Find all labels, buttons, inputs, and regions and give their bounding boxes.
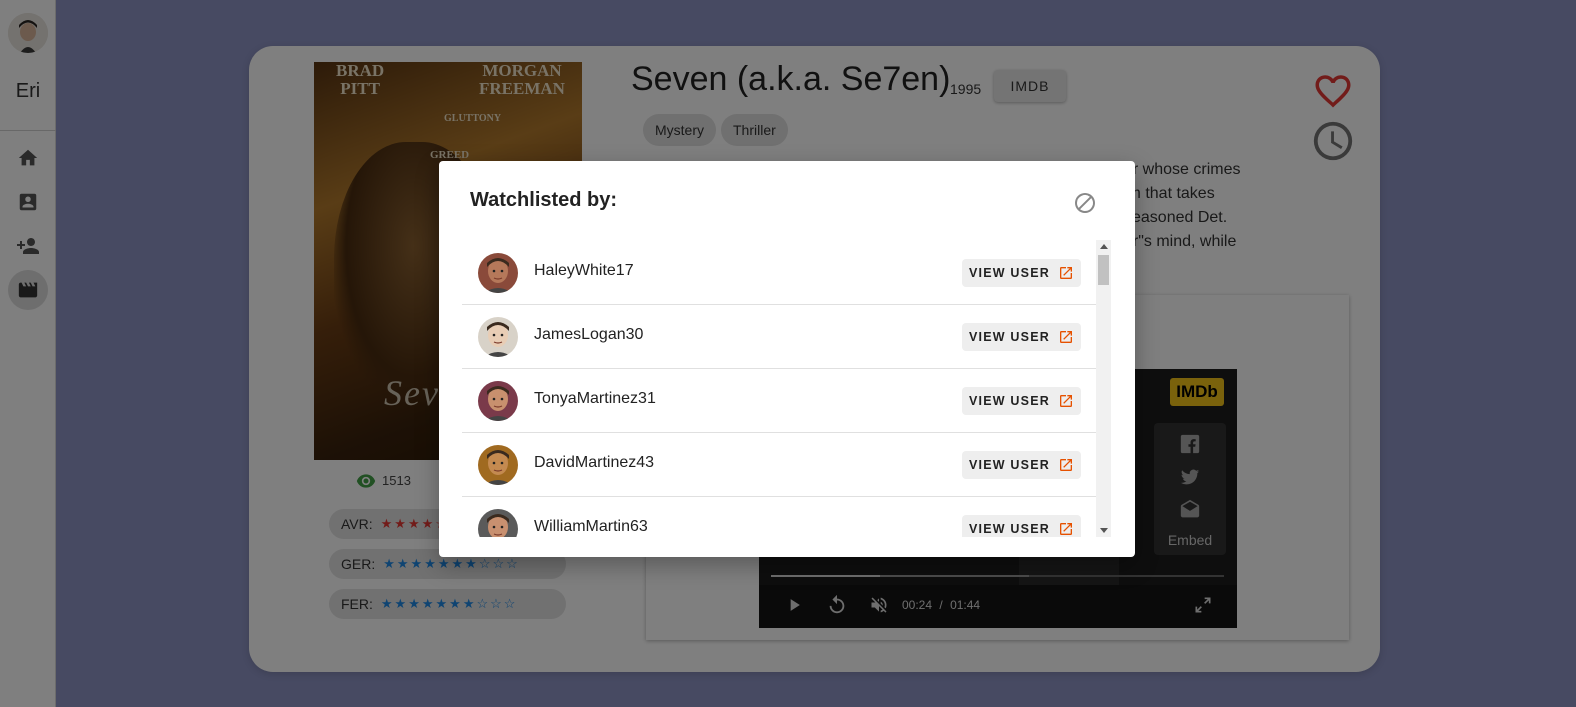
button-label: VIEW USER [969, 394, 1050, 408]
view-user-button[interactable]: VIEW USER [962, 259, 1081, 287]
dialog-title: Watchlisted by: [470, 189, 618, 211]
avatar [478, 445, 518, 485]
user-name: DavidMartinez43 [534, 454, 655, 471]
view-user-button[interactable]: VIEW USER [962, 451, 1081, 479]
avatar [478, 253, 518, 293]
scroll-thumb[interactable] [1098, 255, 1109, 285]
user-name: TonyaMartinez31 [534, 390, 656, 407]
avatar [478, 381, 518, 421]
watchlist-dialog: Watchlisted by: HaleyWhite17 VIEW USER J… [439, 161, 1135, 557]
open-in-new-icon [1059, 267, 1072, 279]
open-in-new-icon [1059, 523, 1072, 535]
open-in-new-icon [1059, 459, 1072, 471]
list-item: HaleyWhite17 VIEW USER [462, 241, 1097, 305]
view-user-button[interactable]: VIEW USER [962, 323, 1081, 351]
list-item: TonyaMartinez31 VIEW USER [462, 369, 1097, 433]
button-label: VIEW USER [969, 458, 1050, 472]
user-name: WilliamMartin63 [534, 518, 648, 535]
user-name: JamesLogan30 [534, 326, 644, 343]
open-in-new-icon [1059, 331, 1072, 343]
view-user-button[interactable]: VIEW USER [962, 387, 1081, 415]
user-name: HaleyWhite17 [534, 262, 634, 279]
user-list: HaleyWhite17 VIEW USER JamesLogan30 VIEW… [462, 241, 1097, 537]
scrollbar[interactable] [1096, 240, 1111, 537]
button-label: VIEW USER [969, 522, 1050, 536]
close-icon[interactable] [1073, 191, 1097, 215]
button-label: VIEW USER [969, 266, 1050, 280]
button-label: VIEW USER [969, 330, 1050, 344]
list-item: JamesLogan30 VIEW USER [462, 305, 1097, 369]
scroll-up-arrow-icon[interactable] [1100, 244, 1108, 249]
open-in-new-icon [1059, 395, 1072, 407]
avatar [478, 317, 518, 357]
avatar [478, 509, 518, 537]
list-item: WilliamMartin63 VIEW USER [462, 497, 1097, 537]
list-item: DavidMartinez43 VIEW USER [462, 433, 1097, 497]
view-user-button[interactable]: VIEW USER [962, 515, 1081, 537]
scroll-down-arrow-icon[interactable] [1100, 528, 1108, 533]
